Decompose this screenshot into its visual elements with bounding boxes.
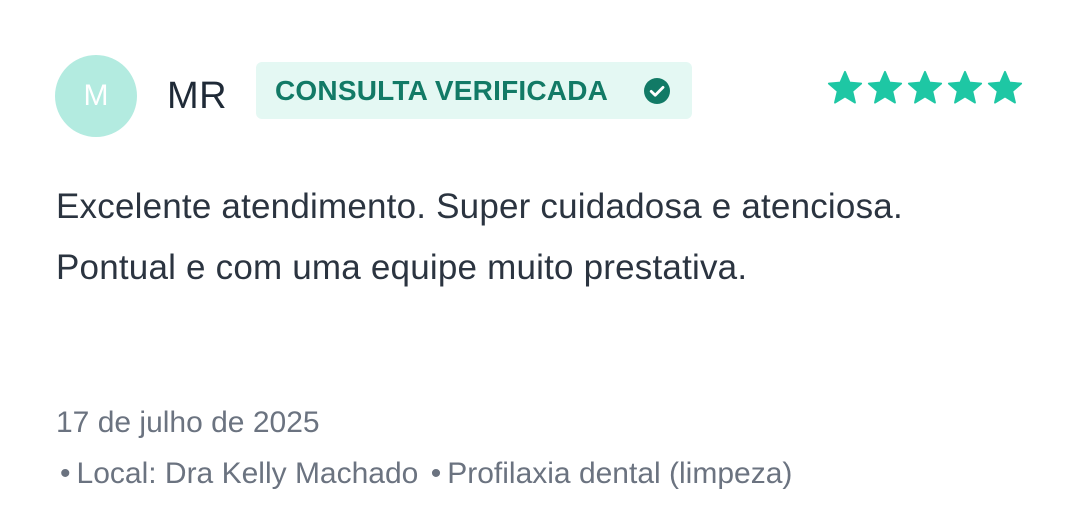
bullet-separator: • <box>60 457 71 490</box>
avatar: M <box>55 55 137 137</box>
verified-badge: CONSULTA VERIFICADA <box>256 62 692 119</box>
verified-badge-label: CONSULTA VERIFICADA <box>275 75 609 106</box>
review-card: M MR CONSULTA VERIFICADA Excelente atend… <box>0 0 1080 508</box>
reviewer-name: MR <box>167 75 228 117</box>
review-meta: • Local: Dra Kelly Machado • Profilaxia de… <box>56 454 792 494</box>
star-icon <box>947 70 983 104</box>
star-icon <box>827 70 863 104</box>
check-circle-icon <box>644 78 670 104</box>
star-icon <box>987 70 1023 104</box>
bullet-separator: • <box>430 457 442 490</box>
star-icon <box>867 70 903 104</box>
review-header: M MR CONSULTA VERIFICADA <box>55 55 1025 137</box>
star-rating <box>826 69 1024 109</box>
star-icon <box>907 70 943 104</box>
review-text: Excelente atendimento. Super cuidadosa e… <box>56 187 903 287</box>
location-label: Local: Dra Kelly Machado <box>76 457 419 490</box>
service-label: Profilaxia dental (limpeza) <box>447 457 793 490</box>
review-date: 17 de julho de 2025 <box>56 406 320 439</box>
